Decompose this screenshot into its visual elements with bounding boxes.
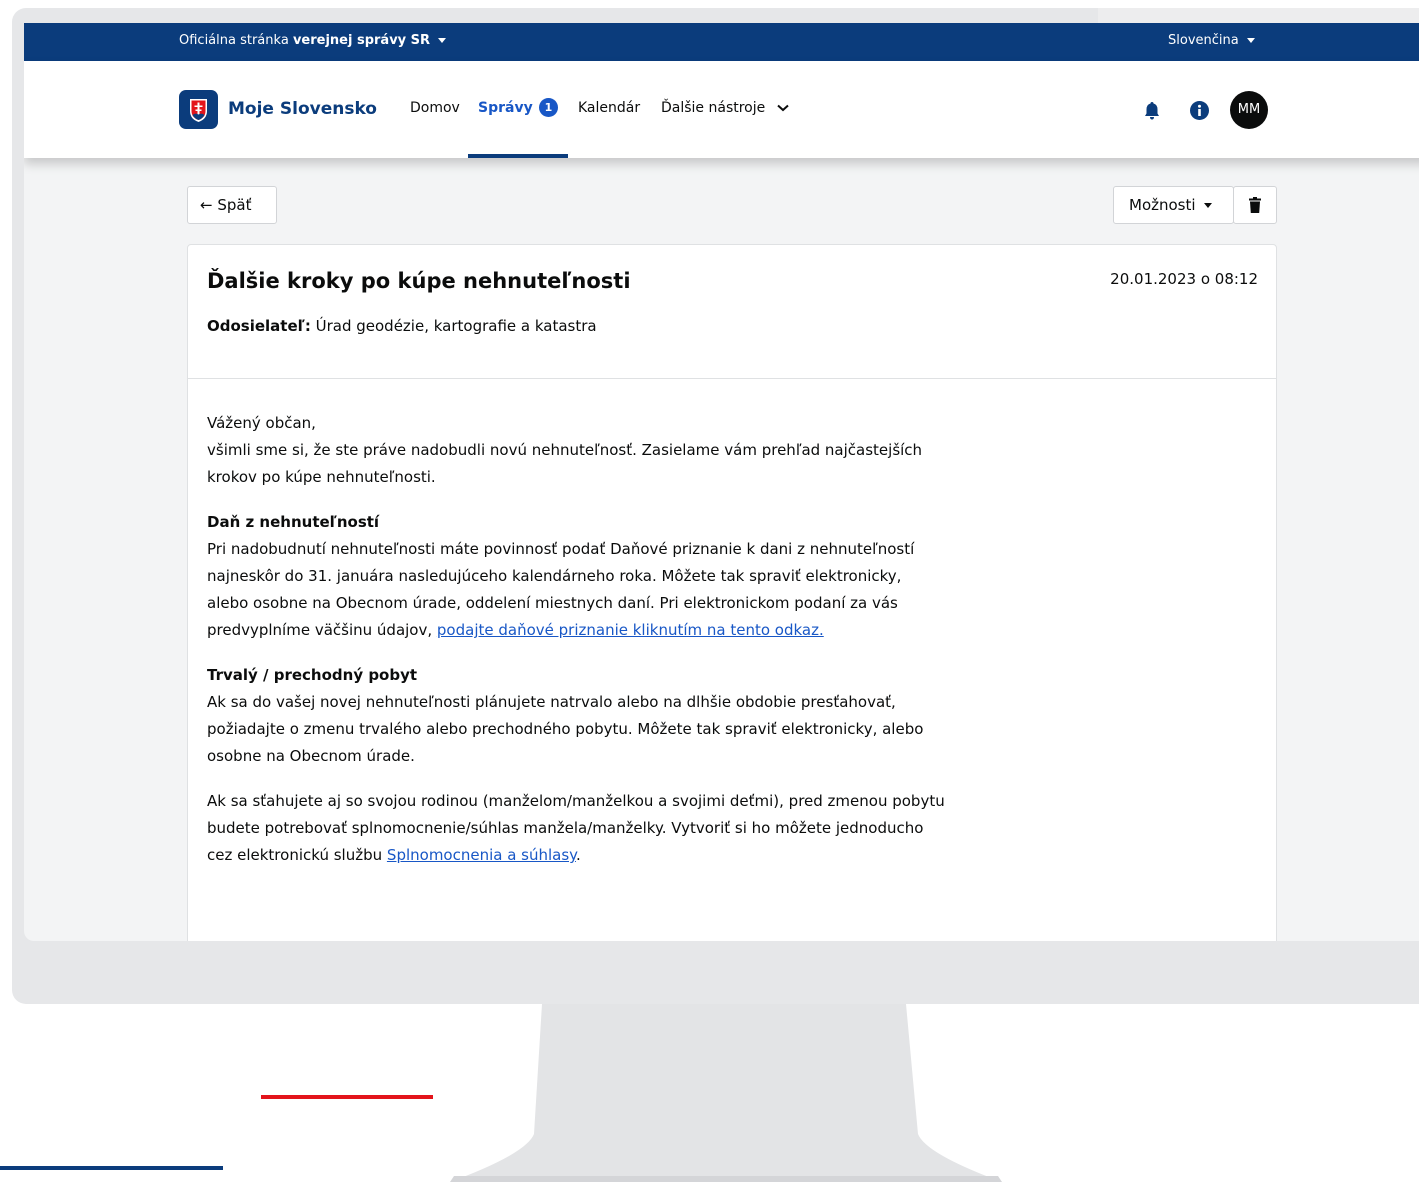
tax-return-link[interactable]: podajte daňové priznanie kliknutím na te… xyxy=(437,621,824,639)
user-avatar[interactable]: MM xyxy=(1230,91,1268,129)
browser-screen: Oficiálna stránka verejnej správy SR Slo… xyxy=(24,23,1419,941)
section-heading-residence: Trvalý / prechodný pobyt xyxy=(207,666,418,684)
back-button-label: Späť xyxy=(217,196,252,214)
delete-button[interactable] xyxy=(1233,186,1277,224)
message-header: Ďalšie kroky po kúpe nehnuteľnosti 20.01… xyxy=(188,245,1276,379)
monitor-stand xyxy=(450,1004,1002,1182)
back-button[interactable]: ← Späť xyxy=(187,186,277,224)
messages-count-badge: 1 xyxy=(539,98,558,117)
nav-home[interactable]: Domov xyxy=(410,100,460,116)
family-end: . xyxy=(575,846,581,864)
section-text-tax: Pri nadobudnutí nehnuteľnosti máte povin… xyxy=(207,536,947,644)
caret-down-icon xyxy=(1246,38,1255,43)
bell-icon[interactable] xyxy=(1144,101,1160,120)
trash-icon xyxy=(1249,197,1261,213)
language-selector[interactable]: Slovenčina xyxy=(1168,33,1255,48)
main-header: Moje Slovensko Domov Správy 1 Kalendár Ď… xyxy=(24,61,1419,158)
language-label: Slovenčina xyxy=(1168,33,1239,48)
active-nav-indicator xyxy=(468,154,568,158)
options-dropdown-button[interactable]: Možnosti xyxy=(1113,186,1234,224)
greeting: Vážený občan, xyxy=(207,414,316,432)
nav-more-tools-label: Ďalšie nástroje xyxy=(661,100,766,116)
official-bold: verejnej správy SR xyxy=(292,33,431,48)
message-sender: Odosielateľ: Úrad geodézie, kartografie … xyxy=(207,317,597,335)
official-prefix: Oficiálna stránka xyxy=(179,33,289,48)
decorative-red-line xyxy=(261,1095,433,1099)
decorative-blue-line xyxy=(0,1166,223,1170)
official-site-bar: Oficiálna stránka verejnej správy SR Slo… xyxy=(24,23,1419,61)
info-icon[interactable] xyxy=(1190,101,1209,120)
nav-messages[interactable]: Správy xyxy=(478,100,533,116)
intro-text: všimli sme si, že ste práve nadobudli no… xyxy=(207,441,923,486)
brand-name[interactable]: Moje Slovensko xyxy=(228,99,377,119)
nav-calendar[interactable]: Kalendár xyxy=(578,100,640,116)
options-label: Možnosti xyxy=(1129,196,1196,214)
caret-down-icon xyxy=(1203,203,1212,208)
message-date: 20.01.2023 o 08:12 xyxy=(1110,270,1258,288)
message-card: Ďalšie kroky po kúpe nehnuteľnosti 20.01… xyxy=(187,244,1277,941)
message-body: Vážený občan, všimli sme si, že ste práv… xyxy=(207,410,947,887)
arrow-left-icon: ← xyxy=(200,196,213,214)
family-paragraph: Ak sa sťahujete aj so svojou rodinou (ma… xyxy=(207,788,947,869)
section-heading-tax: Daň z nehnuteľností xyxy=(207,513,380,531)
message-title: Ďalšie kroky po kúpe nehnuteľnosti xyxy=(207,269,631,293)
caret-down-icon xyxy=(438,38,447,43)
official-site-toggle[interactable]: Oficiálna stránka verejnej správy SR xyxy=(179,33,447,48)
message-intro: Vážený občan, všimli sme si, že ste práv… xyxy=(207,410,947,491)
sender-label: Odosielateľ: xyxy=(207,317,311,335)
nav-more-tools[interactable]: Ďalšie nástroje xyxy=(661,100,789,116)
sender-name: Úrad geodézie, kartografie a katastra xyxy=(315,317,597,335)
chevron-down-icon xyxy=(777,104,789,112)
slovakia-coat-of-arms-logo[interactable] xyxy=(179,90,218,129)
section-text-residence: Ak sa do vašej novej nehnuteľnosti plánu… xyxy=(207,693,924,765)
authorizations-link[interactable]: Splnomocnenia a súhlasy xyxy=(387,846,576,864)
